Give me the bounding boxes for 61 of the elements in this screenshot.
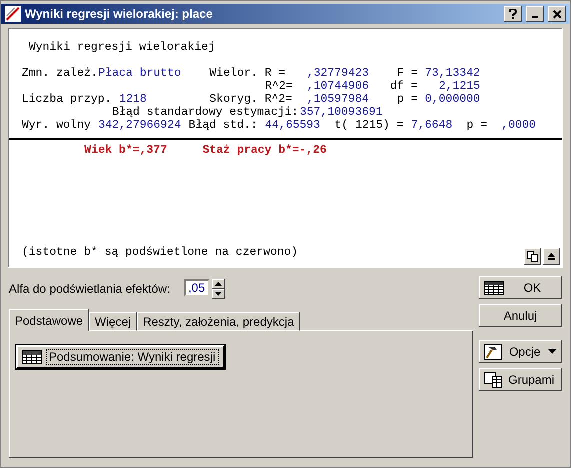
window-title: Wyniki regresji wielorakiej: place — [25, 7, 214, 21]
results-heading: Wyniki regresji wielorakiej — [28, 41, 216, 54]
eject-icon — [547, 252, 556, 261]
result-label: Błąd standardowy estymacji: — [112, 106, 299, 119]
note-text: (istotne b* są podświetlone na czerwono) — [22, 246, 298, 259]
tab[interactable]: Podstawowe — [9, 309, 90, 331]
result-value: 1218 — [119, 93, 147, 106]
table-icon — [484, 280, 504, 294]
down-arrow-icon — [215, 292, 222, 296]
help-button[interactable] — [504, 6, 522, 22]
cancel-button[interactable]: Anuluj — [479, 304, 562, 327]
result-label: p = — [397, 93, 418, 106]
tab[interactable]: Reszty, założenia, predykcja — [137, 312, 300, 331]
result-value: ,32779423 — [306, 67, 370, 80]
alpha-field[interactable]: ,05 — [184, 279, 210, 297]
result-value: ,10744906 — [306, 80, 370, 93]
caret-icon — [548, 349, 557, 354]
result-value: ,10597984 — [306, 93, 370, 106]
result-label: R^2= — [265, 80, 293, 93]
result-label: Wielor. R = — [210, 67, 286, 80]
alpha-label: Alfa do podświetlania efektów: — [9, 282, 170, 296]
spin-up-button[interactable] — [212, 279, 226, 289]
result-value: Płaca brutto — [98, 67, 182, 80]
up-arrow-icon — [215, 282, 222, 286]
close-icon — [552, 10, 562, 18]
result-label: Błąd std.: — [188, 119, 258, 132]
effect-value: Wiek b*=,377 — [84, 144, 168, 157]
copy-icon — [527, 251, 538, 262]
result-value: 342,27966924 — [98, 119, 182, 132]
options-button[interactable]: Opcje — [479, 340, 562, 363]
minimize-icon — [532, 16, 538, 18]
close-button[interactable] — [548, 6, 566, 22]
result-label: Zmn. zależ. — [22, 67, 98, 80]
minimize-button[interactable] — [526, 6, 544, 22]
result-label: df = — [390, 80, 418, 93]
result-label: Liczba przyp. — [22, 93, 112, 106]
collapse-button[interactable] — [543, 248, 560, 265]
result-value: 7,6648 — [411, 119, 453, 132]
result-label: F = — [397, 67, 418, 80]
result-label: Skoryg. R^2= — [210, 93, 292, 106]
spin-down-button[interactable] — [212, 289, 226, 299]
tab[interactable]: Więcej — [89, 312, 138, 331]
ok-button[interactable]: OK — [479, 276, 562, 299]
hammer-icon — [484, 344, 502, 360]
effect-value: Staż pracy b*=-,26 — [202, 144, 327, 157]
result-value: ,0000 — [502, 119, 536, 132]
result-value: 2,1215 — [439, 80, 480, 93]
result-value: 0,000000 — [425, 93, 480, 106]
grid-icon — [484, 372, 502, 388]
table-icon — [22, 350, 42, 364]
app-icon — [5, 6, 21, 22]
result-value: 357,10093691 — [300, 106, 383, 119]
question-mark-icon — [509, 9, 517, 19]
result-label: t( 1215) = — [334, 119, 404, 132]
groups-button[interactable]: Grupami — [479, 368, 562, 391]
result-label: Wyr. wolny — [22, 119, 92, 132]
result-value: 73,13342 — [425, 67, 480, 80]
summary-button[interactable]: Podsumowanie: Wyniki regresji — [16, 345, 225, 369]
copy-button[interactable] — [524, 248, 541, 265]
result-value: 44,65593 — [265, 119, 320, 132]
result-label: p = — [466, 119, 488, 132]
